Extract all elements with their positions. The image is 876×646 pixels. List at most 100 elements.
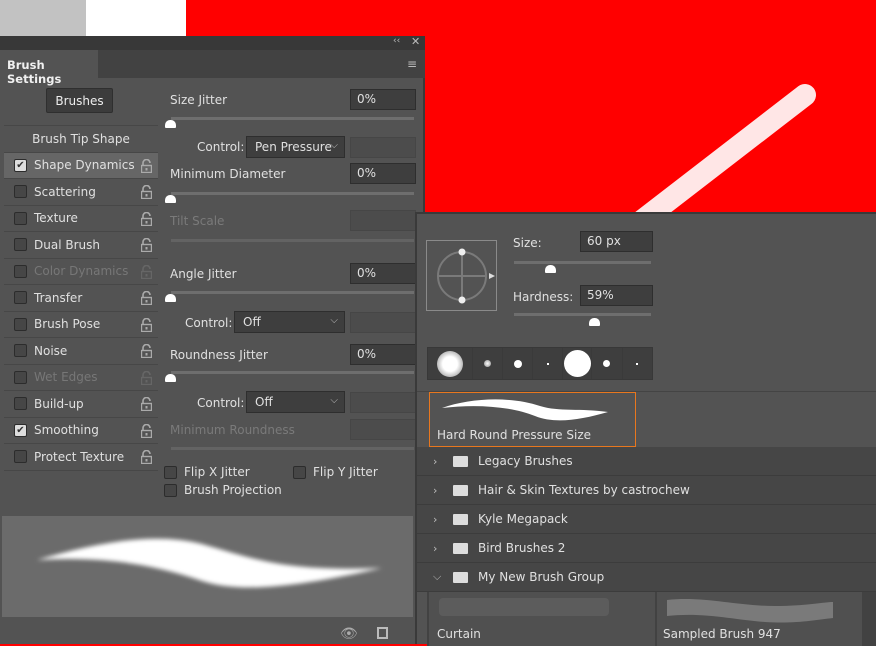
recent-brush-pencil[interactable] [503,348,534,379]
item-label: Shape Dynamics [34,158,135,173]
angle-jitter-thumb[interactable] [165,294,176,302]
brush-projection-checkbox[interactable]: Brush Projection [164,483,282,497]
angle-jitter-field[interactable]: 0% [350,263,416,284]
brush-angle-roundness-widget[interactable] [426,240,497,311]
brush-curtain[interactable]: Curtain [429,592,655,646]
brush-group-row[interactable]: › Hair & Skin Textures by castrochew [417,476,876,505]
checkbox[interactable] [14,317,27,331]
chevron-down-icon[interactable]: ⌵ [433,570,441,584]
checkbox[interactable] [164,483,177,497]
hardness-field[interactable]: 59% [580,285,653,306]
selected-brush-hard-round-pressure-size[interactable]: Hard Round Pressure Size [429,392,636,447]
lock-icon[interactable] [141,370,152,385]
lock-icon[interactable] [141,450,152,464]
chevron-right-icon[interactable]: › [433,484,441,497]
checkbox[interactable] [14,397,27,411]
brush-group-row[interactable]: › Kyle Megapack [417,505,876,534]
brush-setting-dual-brush[interactable]: Dual Brush [4,232,158,259]
size-label: Size: [513,236,542,250]
recent-brush-tiny[interactable] [623,348,652,379]
collapse-icon[interactable]: ‹‹ [393,36,400,46]
brush-sampled-947[interactable]: Sampled Brush 947 [657,592,862,646]
min-diameter-thumb[interactable] [165,195,176,203]
min-diameter-field[interactable]: 0% [350,163,416,184]
min-diameter-slider[interactable] [171,192,414,195]
checkbox[interactable] [164,465,177,479]
brush-setting-transfer[interactable]: Transfer [4,285,158,312]
checkbox[interactable] [14,264,27,278]
size-slider[interactable] [514,261,651,264]
size-slider-thumb[interactable] [545,265,557,273]
recent-brush-hard-small[interactable] [592,348,623,379]
size-field[interactable]: 60 px [580,231,653,252]
lock-icon[interactable] [141,211,152,226]
hardness-slider-thumb[interactable] [588,318,600,326]
toggle-preview-icon[interactable]: 👁 [340,626,358,642]
checkbox[interactable] [14,291,27,305]
roundness-jitter-field[interactable]: 0% [350,344,416,365]
roundness-jitter-slider[interactable] [171,371,414,374]
group-name: Kyle Megapack [478,512,568,526]
lock-icon[interactable] [141,238,152,252]
panel-tabs: Brush Settings ≡ [0,50,425,86]
lock-icon[interactable] [141,158,152,173]
checkbox[interactable]: ✔ [14,423,27,437]
checkbox[interactable] [14,344,27,358]
brush-setting-texture[interactable]: Texture [4,206,158,232]
chevron-right-icon[interactable]: › [433,513,441,526]
brush-setting-scattering[interactable]: Scattering [4,179,158,206]
flip-x-checkbox[interactable]: Flip X Jitter [164,465,250,479]
size-jitter-field[interactable]: 0% [350,89,416,110]
brush-setting-smoothing[interactable]: ✔ Smoothing [4,418,158,444]
roundness-jitter-thumb[interactable] [165,374,176,382]
brush-group-row[interactable]: › Bird Brushes 2 [417,534,876,563]
lock-icon[interactable] [141,291,152,305]
recent-brush-soft[interactable] [428,348,473,379]
brush-group-row[interactable]: › Legacy Brushes [417,447,876,476]
size-jitter-slider[interactable] [171,117,414,120]
close-icon[interactable]: ✕ [411,35,420,48]
lock-icon[interactable] [141,317,152,332]
angle-control-select[interactable]: Off ⌵ [234,311,345,333]
brush-setting-build-up[interactable]: Build-up [4,391,158,418]
size-control-select[interactable]: Pen Pressure ⌵ [246,136,345,158]
group-name: Bird Brushes 2 [478,541,566,555]
lock-icon[interactable] [141,344,152,358]
brush-setting-wet-edges[interactable]: Wet Edges [4,365,158,391]
panel-menu-icon[interactable]: ≡ [407,57,417,71]
chevron-right-icon[interactable]: › [433,455,441,468]
flip-y-checkbox[interactable]: Flip Y Jitter [293,465,378,479]
brush-group-row[interactable]: ⌵ My New Brush Group [417,563,876,592]
brushes-button[interactable]: Brushes [46,88,113,113]
canvas-brush-stroke[interactable] [600,60,876,220]
recent-brush-hard-large[interactable] [563,348,593,379]
checkbox[interactable] [14,450,27,464]
roundness-control-select[interactable]: Off ⌵ [246,391,345,413]
new-brush-icon[interactable] [377,627,388,639]
lock-icon[interactable] [141,397,152,411]
checkbox[interactable] [14,238,27,252]
checkbox[interactable]: ✔ [14,158,27,172]
brush-setting-protect-texture[interactable]: Protect Texture [4,444,158,471]
checkbox[interactable] [14,185,27,199]
checkbox[interactable] [293,465,306,479]
brush-tip-shape-item[interactable]: Brush Tip Shape [4,126,158,153]
lock-icon[interactable] [141,423,152,438]
checkbox[interactable] [14,211,27,225]
recent-brush-dot[interactable] [533,348,563,379]
size-jitter-thumb[interactable] [165,120,176,128]
brush-setting-noise[interactable]: Noise [4,338,158,365]
checkbox[interactable] [14,370,27,384]
brush-setting-brush-pose[interactable]: Brush Pose [4,312,158,338]
hardness-slider[interactable] [514,313,651,316]
lock-icon[interactable] [141,185,152,199]
lock-icon[interactable] [141,264,152,279]
angle-jitter-slider[interactable] [171,291,414,294]
brush-setting-shape-dynamics[interactable]: ✔ Shape Dynamics [4,152,158,179]
brush-setting-color-dynamics[interactable]: Color Dynamics [4,259,158,285]
chevron-right-icon[interactable]: › [433,542,441,555]
item-label: Transfer [34,290,83,305]
group-brushes: Curtain Sampled Brush 947 [427,592,876,646]
recent-brush-small-soft[interactable] [473,348,503,379]
tab-brush-settings[interactable]: Brush Settings [0,50,98,86]
